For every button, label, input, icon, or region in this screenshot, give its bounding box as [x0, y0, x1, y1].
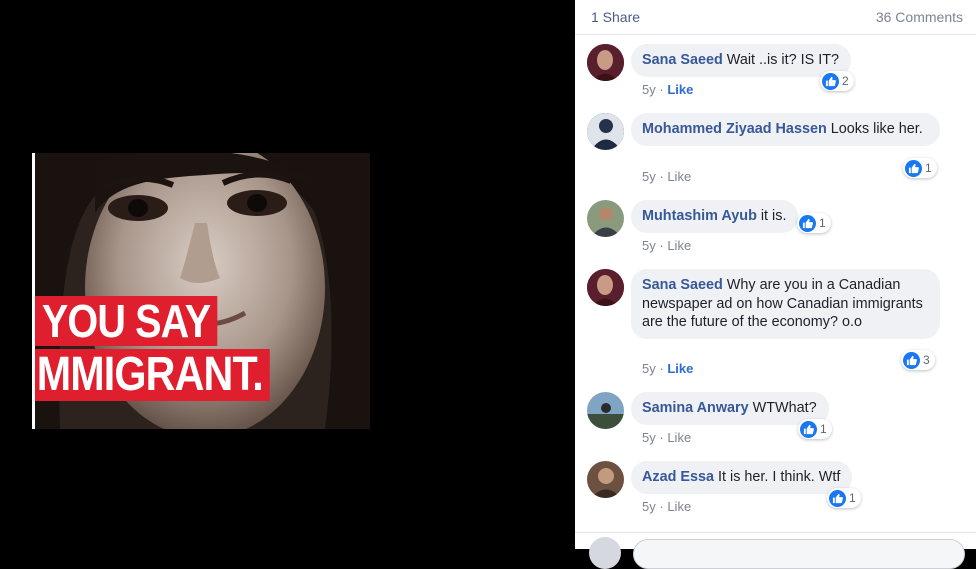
- comment-text: It is her. I think. Wtf: [718, 469, 841, 485]
- comment-meta: 5y · Like: [642, 361, 693, 376]
- avatar[interactable]: [587, 200, 624, 237]
- comment-meta: 5y · Like: [642, 238, 691, 253]
- thumbs-up-icon: [800, 420, 817, 438]
- comment-bubble: Sana Saeed Wait ..is it? IS IT?: [631, 44, 852, 77]
- comment-author[interactable]: Sana Saeed: [642, 52, 723, 68]
- thumbs-up-icon: [799, 214, 816, 232]
- comment-bubble: Muhtashim Ayub it is.: [631, 200, 799, 233]
- like-link[interactable]: Like: [667, 238, 691, 253]
- avatar[interactable]: [587, 269, 624, 306]
- comment-text: Wait ..is it? IS IT?: [726, 52, 840, 68]
- avatar: [589, 537, 621, 569]
- like-link[interactable]: Like: [667, 430, 691, 445]
- comment-age[interactable]: 5y: [642, 82, 656, 97]
- caption-line-2: MMIGRANT.: [35, 349, 270, 401]
- avatar[interactable]: [587, 113, 624, 150]
- comment-author[interactable]: Mohammed Ziyaad Hassen: [642, 121, 827, 137]
- comment-author[interactable]: Muhtashim Ayub: [642, 208, 757, 224]
- comment-text: WTWhat?: [752, 400, 817, 416]
- reaction-count[interactable]: 3: [901, 350, 935, 370]
- comment-age[interactable]: 5y: [642, 430, 656, 445]
- reaction-number: 3: [923, 353, 930, 367]
- reaction-number: 1: [925, 161, 932, 175]
- dot-separator: ·: [659, 238, 664, 253]
- comment-author[interactable]: Samina Anwary: [642, 400, 749, 416]
- comment-bubble: Samina Anwary WTWhat?: [631, 392, 829, 425]
- reaction-number: 2: [842, 74, 849, 88]
- comments-count[interactable]: 36 Comments: [876, 9, 963, 25]
- dot-separator: ·: [659, 361, 664, 376]
- dot-separator: ·: [659, 169, 664, 184]
- comment-meta: 5y · Like: [642, 499, 691, 514]
- comment-text: it is.: [760, 208, 787, 224]
- comment-meta: 5y · Like: [642, 430, 691, 445]
- reaction-count[interactable]: 2: [820, 71, 854, 91]
- comment-author[interactable]: Sana Saeed: [642, 277, 723, 293]
- like-link[interactable]: Like: [667, 169, 691, 184]
- comment-age[interactable]: 5y: [642, 238, 656, 253]
- comment-age[interactable]: 5y: [642, 361, 656, 376]
- comment-meta: 5y · Like: [642, 169, 691, 184]
- reaction-count[interactable]: 1: [797, 213, 831, 233]
- comment-bubble: Mohammed Ziyaad Hassen Looks like her.: [631, 113, 940, 146]
- dot-separator: ·: [659, 82, 664, 97]
- shares-count[interactable]: 1 Share: [591, 9, 640, 25]
- comment-text: Looks like her.: [830, 121, 923, 137]
- comment-age[interactable]: 5y: [642, 499, 656, 514]
- like-link[interactable]: Like: [667, 499, 691, 514]
- post-photo[interactable]: YOU SAY MMIGRANT.: [32, 153, 370, 429]
- post-stats-bar: 1 Share 36 Comments: [575, 0, 976, 35]
- avatar[interactable]: [587, 44, 624, 81]
- comment-author[interactable]: Azad Essa: [642, 469, 714, 485]
- comment-bubble: Azad Essa It is her. I think. Wtf: [631, 461, 853, 494]
- avatar[interactable]: [587, 392, 624, 429]
- comment-meta: 5y · Like: [642, 82, 693, 97]
- reply-composer: [575, 532, 976, 569]
- avatar[interactable]: [587, 461, 624, 498]
- like-link[interactable]: Like: [667, 361, 693, 376]
- thumbs-up-icon: [905, 159, 922, 177]
- reaction-count[interactable]: 1: [827, 488, 861, 508]
- comments-pane: 1 Share 36 Comments Sana Saeed Wait ..is …: [575, 0, 976, 569]
- dot-separator: ·: [659, 499, 664, 514]
- thumbs-up-icon: [829, 489, 846, 507]
- reaction-count[interactable]: 1: [798, 419, 832, 439]
- comment-bubble: Sana Saeed Why are you in a Canadian news…: [631, 269, 940, 339]
- dot-separator: ·: [659, 430, 664, 445]
- thumbs-up-icon: [822, 72, 839, 90]
- reaction-count[interactable]: 1: [903, 158, 937, 178]
- reaction-number: 1: [820, 422, 827, 436]
- comment-age[interactable]: 5y: [642, 169, 656, 184]
- like-link[interactable]: Like: [667, 82, 693, 97]
- photo-viewer: YOU SAY MMIGRANT.: [0, 0, 575, 549]
- reaction-number: 1: [849, 491, 856, 505]
- reaction-number: 1: [819, 216, 826, 230]
- caption-line-1: YOU SAY: [35, 296, 218, 346]
- thumbs-up-icon: [903, 351, 920, 369]
- comment-input[interactable]: [633, 539, 965, 569]
